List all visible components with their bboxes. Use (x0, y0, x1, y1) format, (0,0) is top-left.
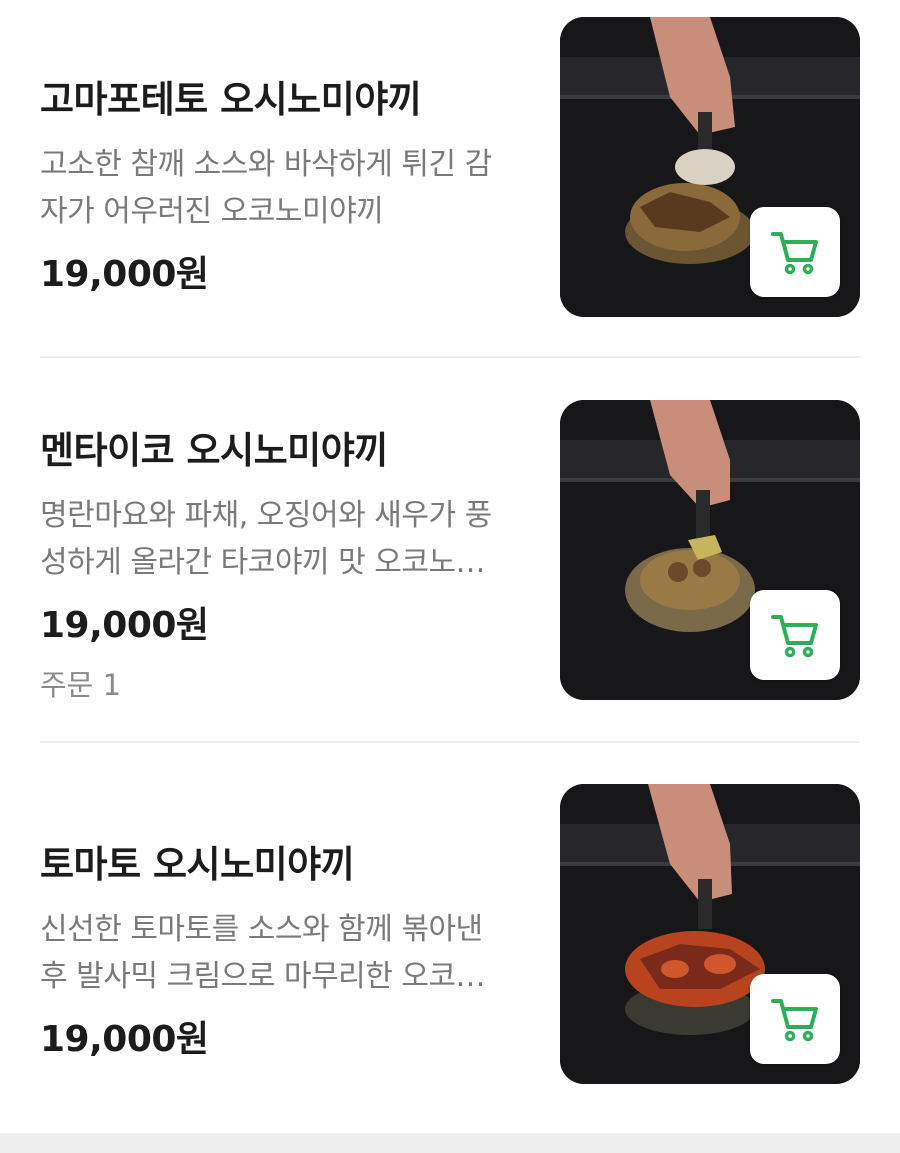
menu-item[interactable]: 멘타이코 오시노미야끼 명란마요와 파채, 오징어와 새우가 풍성하게 올라간 … (40, 400, 860, 702)
menu-item-description: 명란마요와 파채, 오징어와 새우가 풍성하게 올라간 타코야끼 맛 오코노미야… (40, 498, 510, 580)
menu-item-description: 신선한 토마토를 소스와 함께 볶아낸 후 발사믹 크림으로 마무리한 오코노미… (40, 912, 510, 994)
menu-item-photo[interactable] (560, 17, 860, 317)
divider (40, 741, 860, 743)
add-to-cart-button[interactable] (750, 590, 840, 680)
add-to-cart-button[interactable] (750, 974, 840, 1064)
menu-item-photo[interactable] (560, 400, 860, 700)
menu-item-info: 고마포테토 오시노미야끼 고소한 참깨 소스와 바삭하게 튀긴 감자가 어우러진… (40, 69, 520, 297)
menu-item-price: 19,000원 (40, 605, 209, 646)
menu-item-price: 19,000원 (40, 254, 209, 295)
menu-item-title: 멘타이코 오시노미야끼 (40, 429, 388, 472)
divider (40, 356, 860, 358)
cart-icon (771, 999, 818, 1042)
menu-item[interactable]: 고마포테토 오시노미야끼 고소한 참깨 소스와 바삭하게 튀긴 감자가 어우러진… (40, 17, 860, 317)
menu-item-title: 토마토 오시노미야끼 (40, 843, 355, 886)
cart-icon (771, 232, 818, 275)
menu-item-photo[interactable] (560, 784, 860, 1084)
menu-item[interactable]: 토마토 오시노미야끼 신선한 토마토를 소스와 함께 볶아낸 후 발사믹 크림으… (40, 784, 860, 1084)
cart-icon (771, 615, 818, 658)
menu-item-info: 멘타이코 오시노미야끼 명란마요와 파채, 오징어와 새우가 풍성하게 올라간 … (40, 420, 520, 704)
menu-item-description: 고소한 참깨 소스와 바삭하게 튀긴 감자가 어우러진 오코노미야끼 (40, 147, 492, 229)
section-separator-band (0, 1133, 900, 1153)
add-to-cart-button[interactable] (750, 207, 840, 297)
menu-item-price: 19,000원 (40, 1019, 209, 1060)
menu-item-order-count: 주문 1 (40, 668, 122, 702)
menu-item-info: 토마토 오시노미야끼 신선한 토마토를 소스와 함께 볶아낸 후 발사믹 크림으… (40, 834, 520, 1062)
menu-item-title: 고마포테토 오시노미야끼 (40, 78, 422, 121)
